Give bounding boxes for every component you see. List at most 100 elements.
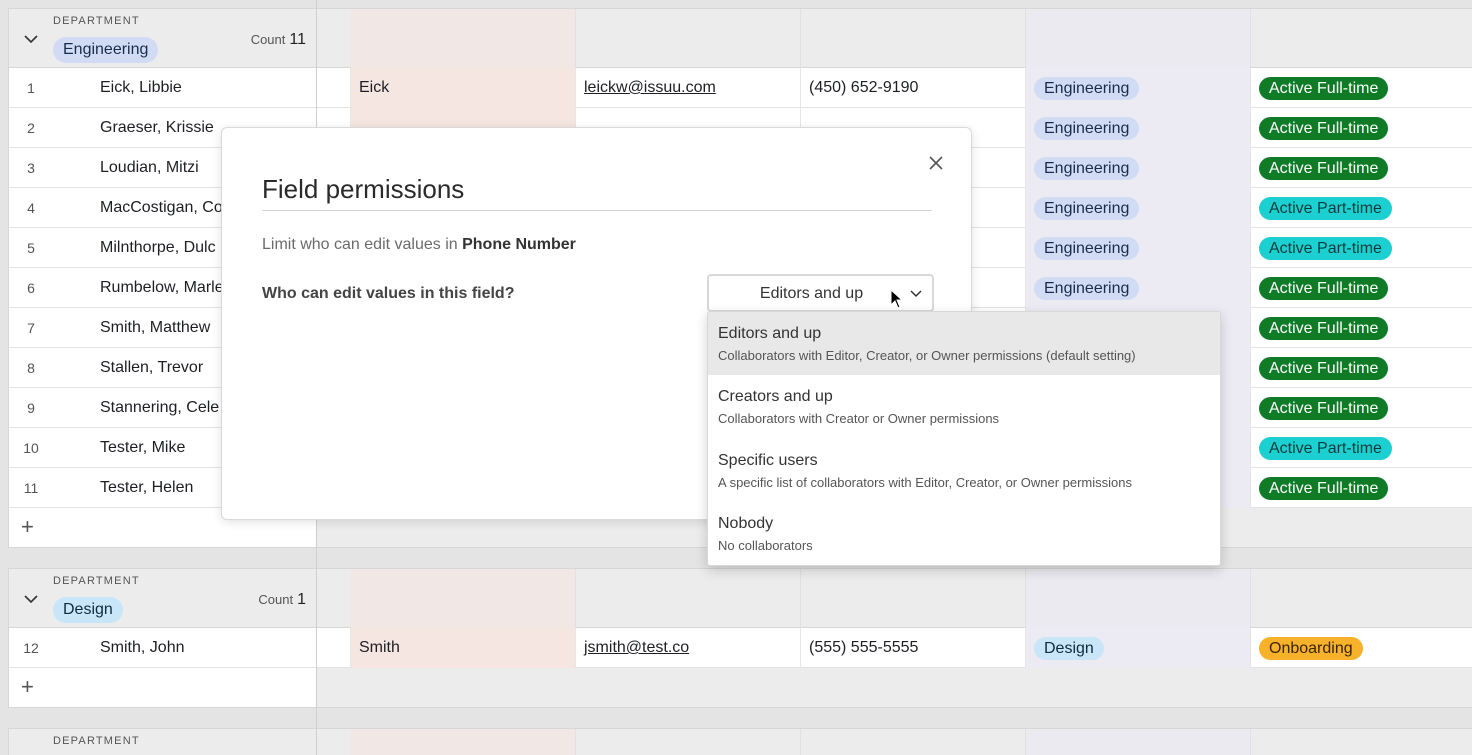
employee-name[interactable]: MacCostigan, Co [100,199,223,217]
status-badge: Active Full-time [1259,77,1389,100]
row-number: 5 [27,240,35,256]
dialog-description: Limit who can edit values in Phone Numbe… [262,236,576,254]
email-link[interactable]: leickw@issuu.com [584,79,716,97]
table-row[interactable]: Smith jsmith@test.co (555) 555-5555 Design O… [317,628,1472,668]
status-cell[interactable]: Active Full-time [1251,388,1472,428]
email-link[interactable]: jsmith@test.co [584,639,689,657]
department-cell[interactable]: Engineering [1026,68,1251,108]
table-row[interactable]: 12 Smith, John [8,628,316,668]
employee-name[interactable]: Stallen, Trevor [100,359,203,377]
employee-name[interactable]: Rumbelow, Marle [100,279,224,297]
email-cell[interactable]: jsmith@test.co [576,628,801,668]
row-number: 4 [27,200,35,216]
plus-icon[interactable]: + [21,516,34,538]
department-cell[interactable]: Engineering [1026,148,1251,188]
employee-name[interactable]: Smith, John [100,639,184,657]
status-cell[interactable]: Active Part-time [1251,428,1472,468]
option-specific-users[interactable]: Specific users A specific list of collab… [708,439,1220,502]
header-cell [576,9,801,69]
status-cell[interactable]: Onboarding [1251,628,1472,668]
add-row-area [317,668,1472,708]
status-badge: Active Part-time [1259,437,1392,460]
department-cell[interactable]: Design [1026,628,1251,668]
status-cell[interactable]: Active Full-time [1251,108,1472,148]
employee-name[interactable]: Stannering, Cele [100,399,219,417]
employee-name[interactable]: Graeser, Krissie [100,119,214,137]
add-row-button[interactable]: + [8,668,316,708]
status-cell[interactable]: Active Part-time [1251,228,1472,268]
header-cell [1026,9,1251,69]
phone-cell[interactable]: (450) 652-9190 [801,68,1026,108]
plus-icon[interactable]: + [21,676,34,698]
status-badge: Active Full-time [1259,117,1389,140]
header-cell [351,9,576,69]
select-value: Editors and up [759,285,864,302]
group-count: Count 1 [258,591,306,609]
employee-name[interactable]: Loudian, Mitzi [100,159,199,177]
group-header-engineering[interactable]: DEPARTMENT Engineering Count 11 [8,8,316,68]
department-cell[interactable]: Engineering [1026,188,1251,228]
row-number: 6 [27,280,35,296]
employee-name[interactable]: Tester, Helen [100,479,193,497]
group-name-pill: Design [53,597,123,623]
row-number: 1 [27,80,35,96]
close-icon[interactable] [925,152,947,174]
group-name-pill: Engineering [53,37,159,63]
status-cell[interactable]: Active Full-time [1251,348,1472,388]
status-badge: Onboarding [1259,637,1363,660]
row-number: 8 [27,360,35,376]
chevron-down-icon[interactable] [908,285,924,301]
group-field-label: DEPARTMENT [53,15,140,27]
dialog-title: Field permissions [262,174,465,204]
table-row[interactable]: Eick leickw@issuu.com (450) 652-9190 Engine… [317,68,1472,108]
status-cell[interactable]: Active Part-time [1251,188,1472,228]
description-text: Limit who can edit values in [262,236,463,253]
status-cell[interactable]: Active Full-time [1251,268,1472,308]
option-title: Editors and up [718,325,822,342]
group-header-cells [317,728,1472,755]
phone-number: (450) 652-9190 [809,79,919,96]
permission-question: Who can edit values in this field? [262,285,515,302]
employee-name[interactable]: Eick, Libbie [100,79,182,97]
group-header-design[interactable]: DEPARTMENT Design Count 1 [8,568,316,628]
chevron-down-icon[interactable] [23,31,39,47]
header-cell [1251,729,1472,755]
last-name-cell[interactable]: Smith [351,628,576,668]
employee-name[interactable]: Tester, Mike [100,439,185,457]
email-cell[interactable]: leickw@issuu.com [576,68,801,108]
spacer-cell [317,628,351,668]
phone-cell[interactable]: (555) 555-5555 [801,628,1026,668]
status-badge: Active Full-time [1259,357,1389,380]
table-row[interactable]: 1 Eick, Libbie [8,68,316,108]
status-badge: Active Full-time [1259,397,1389,420]
count-value: 1 [297,591,306,608]
count-label: Count [258,592,294,607]
option-subtitle: Collaborators with Creator or Owner perm… [718,411,1000,426]
header-cell [1251,9,1472,69]
department-cell[interactable]: Engineering [1026,268,1251,308]
group-field-label: DEPARTMENT [53,735,140,747]
employee-name[interactable]: Milnthorpe, Dulc [100,239,216,257]
header-cell [576,729,801,755]
header-cell [1026,729,1251,755]
department-pill: Engineering [1034,157,1140,180]
status-cell[interactable]: Active Full-time [1251,148,1472,188]
status-cell[interactable]: Active Full-time [1251,468,1472,508]
option-creators-and-up[interactable]: Creators and up Collaborators with Creat… [708,375,1220,438]
status-cell[interactable]: Active Full-time [1251,308,1472,348]
option-editors-and-up[interactable]: Editors and up Collaborators with Editor… [708,312,1220,375]
status-badge: Active Part-time [1259,237,1392,260]
last-name-cell[interactable]: Eick [351,68,576,108]
department-cell[interactable]: Engineering [1026,228,1251,268]
row-number: 2 [27,120,35,136]
employee-name[interactable]: Smith, Matthew [100,319,210,337]
option-nobody[interactable]: Nobody No collaborators [708,502,1220,565]
status-badge: Active Full-time [1259,277,1389,300]
chevron-down-icon[interactable] [23,591,39,607]
status-cell[interactable]: Active Full-time [1251,68,1472,108]
department-cell[interactable]: Engineering [1026,108,1251,148]
group-header-cells [317,8,1472,69]
count-value: 11 [289,31,306,48]
group-header-partial[interactable]: DEPARTMENT [8,728,316,755]
option-title: Creators and up [718,388,833,405]
